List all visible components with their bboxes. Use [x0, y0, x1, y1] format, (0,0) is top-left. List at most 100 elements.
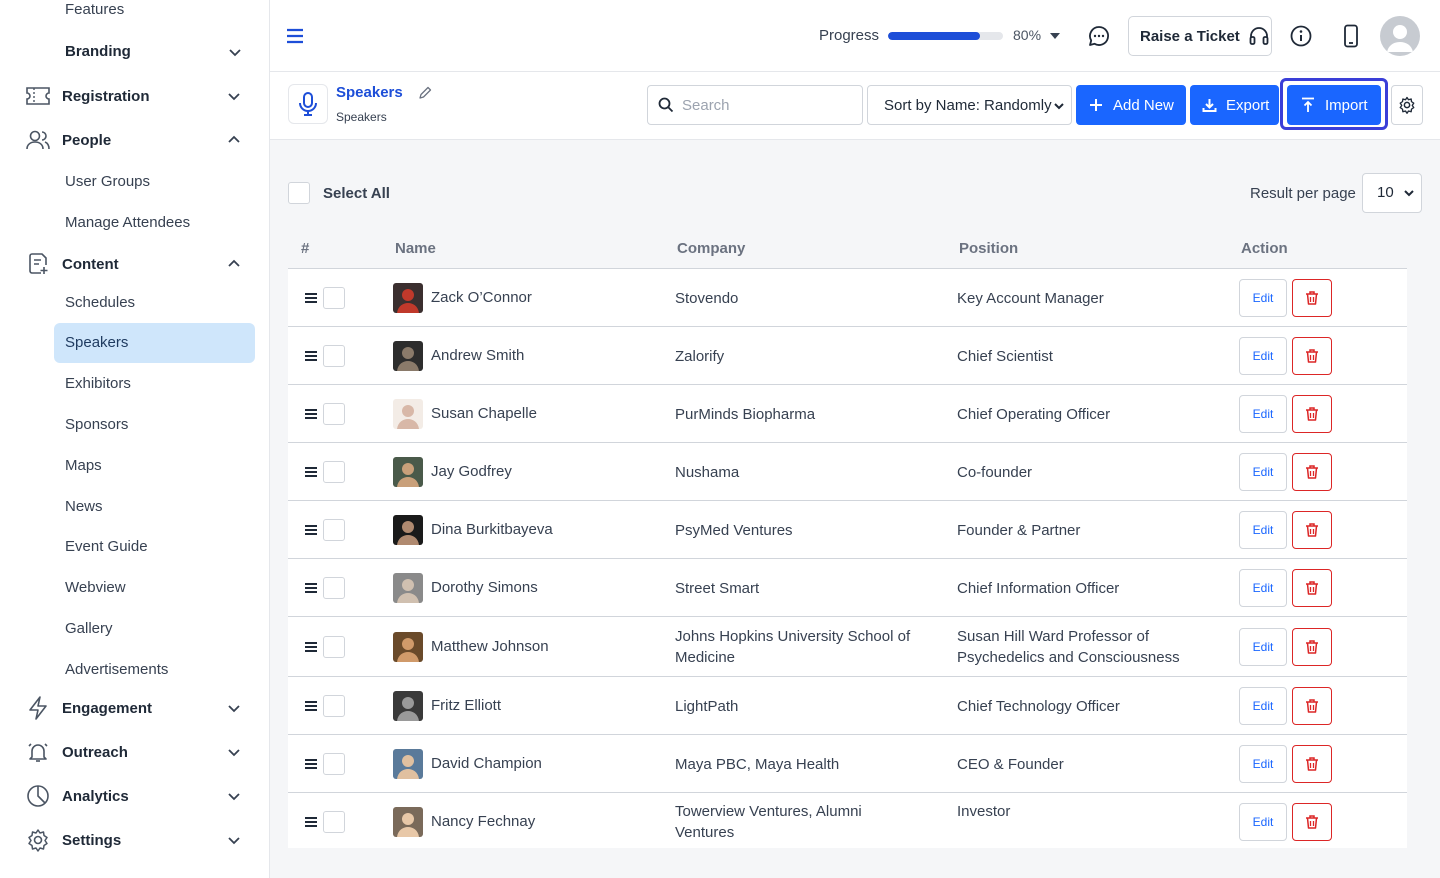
row-checkbox[interactable] — [323, 636, 345, 658]
menu-icon[interactable] — [286, 26, 304, 46]
row-checkbox[interactable] — [323, 811, 345, 833]
select-all-checkbox[interactable] — [288, 182, 310, 204]
drag-handle-icon[interactable] — [304, 466, 318, 478]
sidebar-item-user-groups[interactable]: User Groups — [54, 162, 255, 202]
sidebar-item-label: Manage Attendees — [65, 214, 191, 231]
sidebar-group-settings[interactable]: Settings — [24, 820, 246, 860]
speaker-photo — [393, 573, 423, 603]
mobile-icon[interactable] — [1337, 22, 1365, 50]
column-settings-button[interactable] — [1391, 85, 1423, 125]
edit-button[interactable]: Edit — [1239, 745, 1287, 783]
sidebar-item-manage-attendees[interactable]: Manage Attendees — [54, 203, 255, 243]
column-header-company[interactable]: Company — [677, 240, 745, 257]
document-add-icon — [24, 250, 52, 278]
edit-button[interactable]: Edit — [1239, 337, 1287, 375]
drag-handle-icon[interactable] — [304, 700, 318, 712]
speaker-name[interactable]: Susan Chapelle — [431, 405, 537, 422]
search-input[interactable] — [682, 96, 852, 114]
edit-button[interactable]: Edit — [1239, 279, 1287, 317]
delete-button[interactable] — [1292, 279, 1332, 317]
delete-button[interactable] — [1292, 628, 1332, 666]
speaker-name[interactable]: Fritz Elliott — [431, 697, 501, 714]
delete-button[interactable] — [1292, 453, 1332, 491]
sidebar-group-people[interactable]: People — [24, 120, 246, 160]
drag-handle-icon[interactable] — [304, 816, 318, 828]
sidebar-item-features[interactable]: Features — [54, 0, 255, 30]
drag-handle-icon[interactable] — [304, 524, 318, 536]
sidebar-item-maps[interactable]: Maps — [54, 446, 255, 486]
delete-button[interactable] — [1292, 687, 1332, 725]
row-checkbox[interactable] — [323, 345, 345, 367]
row-checkbox[interactable] — [323, 461, 345, 483]
edit-button[interactable]: Edit — [1239, 453, 1287, 491]
sidebar-item-schedules[interactable]: Schedules — [54, 283, 255, 323]
speaker-name[interactable]: Andrew Smith — [431, 347, 524, 364]
delete-button[interactable] — [1292, 337, 1332, 375]
row-checkbox[interactable] — [323, 695, 345, 717]
result-per-page-select[interactable]: 10 — [1362, 173, 1422, 213]
search-field[interactable] — [647, 85, 863, 125]
sidebar-item-exhibitors[interactable]: Exhibitors — [54, 364, 255, 404]
sidebar-item-speakers[interactable]: Speakers — [54, 323, 255, 363]
row-checkbox[interactable] — [323, 577, 345, 599]
user-avatar-icon[interactable] — [1380, 16, 1420, 56]
delete-button[interactable] — [1292, 511, 1332, 549]
column-header-position[interactable]: Position — [959, 240, 1018, 257]
edit-button[interactable]: Edit — [1239, 395, 1287, 433]
drag-handle-icon[interactable] — [304, 641, 318, 653]
speaker-name[interactable]: David Champion — [431, 755, 542, 772]
sidebar-item-sponsors[interactable]: Sponsors — [54, 405, 255, 445]
row-checkbox[interactable] — [323, 519, 345, 541]
info-icon[interactable] — [1287, 22, 1315, 50]
delete-button[interactable] — [1292, 745, 1332, 783]
drag-handle-icon[interactable] — [304, 408, 318, 420]
chevron-down-icon — [228, 705, 240, 713]
raise-ticket-button[interactable]: Raise a Ticket — [1128, 16, 1272, 56]
delete-button[interactable] — [1292, 395, 1332, 433]
drag-handle-icon[interactable] — [304, 758, 318, 770]
sidebar-group-registration[interactable]: Registration — [24, 76, 246, 116]
edit-button[interactable]: Edit — [1239, 803, 1287, 841]
row-checkbox[interactable] — [323, 403, 345, 425]
drag-handle-icon[interactable] — [304, 292, 318, 304]
edit-button[interactable]: Edit — [1239, 628, 1287, 666]
delete-button[interactable] — [1292, 803, 1332, 841]
sidebar-item-gallery[interactable]: Gallery — [54, 609, 255, 649]
export-button[interactable]: Export — [1190, 85, 1279, 125]
speaker-name[interactable]: Dina Burkitbayeva — [431, 521, 553, 538]
delete-button[interactable] — [1292, 569, 1332, 607]
speaker-photo — [393, 691, 423, 721]
sidebar-group-engagement[interactable]: Engagement — [24, 688, 246, 728]
sidebar-group-outreach[interactable]: Outreach — [24, 732, 246, 772]
row-checkbox[interactable] — [323, 753, 345, 775]
drag-handle-icon[interactable] — [304, 350, 318, 362]
pencil-icon[interactable] — [418, 86, 432, 100]
edit-button[interactable]: Edit — [1239, 511, 1287, 549]
speaker-company: LightPath — [675, 698, 739, 715]
sidebar-item-event-guide[interactable]: Event Guide — [54, 527, 255, 567]
speaker-name[interactable]: Nancy Fechnay — [431, 813, 535, 830]
speaker-photo — [393, 341, 423, 371]
progress-dropdown-caret[interactable] — [1050, 33, 1060, 39]
sort-select[interactable]: Sort by Name: Randomly — [867, 85, 1072, 125]
sidebar-group-analytics[interactable]: Analytics — [24, 776, 246, 816]
sidebar-item-webview[interactable]: Webview — [54, 568, 255, 608]
row-checkbox[interactable] — [323, 287, 345, 309]
import-button[interactable]: Import — [1287, 85, 1381, 125]
sidebar-group-label: Content — [62, 255, 119, 273]
sidebar-item-advertisements[interactable]: Advertisements — [54, 650, 255, 690]
edit-button[interactable]: Edit — [1239, 687, 1287, 725]
speaker-name[interactable]: Zack O’Connor — [431, 289, 532, 306]
sidebar-item-news[interactable]: News — [54, 487, 255, 527]
add-new-button[interactable]: Add New — [1076, 85, 1186, 125]
trash-icon — [1306, 815, 1318, 829]
speaker-name[interactable]: Dorothy Simons — [431, 579, 538, 596]
chat-icon[interactable] — [1085, 22, 1113, 50]
drag-handle-icon[interactable] — [304, 582, 318, 594]
speaker-name[interactable]: Matthew Johnson — [431, 638, 549, 655]
edit-button[interactable]: Edit — [1239, 569, 1287, 607]
column-header-name[interactable]: Name — [395, 240, 436, 257]
sidebar-item-branding[interactable]: Branding — [54, 32, 255, 72]
sidebar-group-content[interactable]: Content — [24, 244, 246, 284]
speaker-name[interactable]: Jay Godfrey — [431, 463, 512, 480]
